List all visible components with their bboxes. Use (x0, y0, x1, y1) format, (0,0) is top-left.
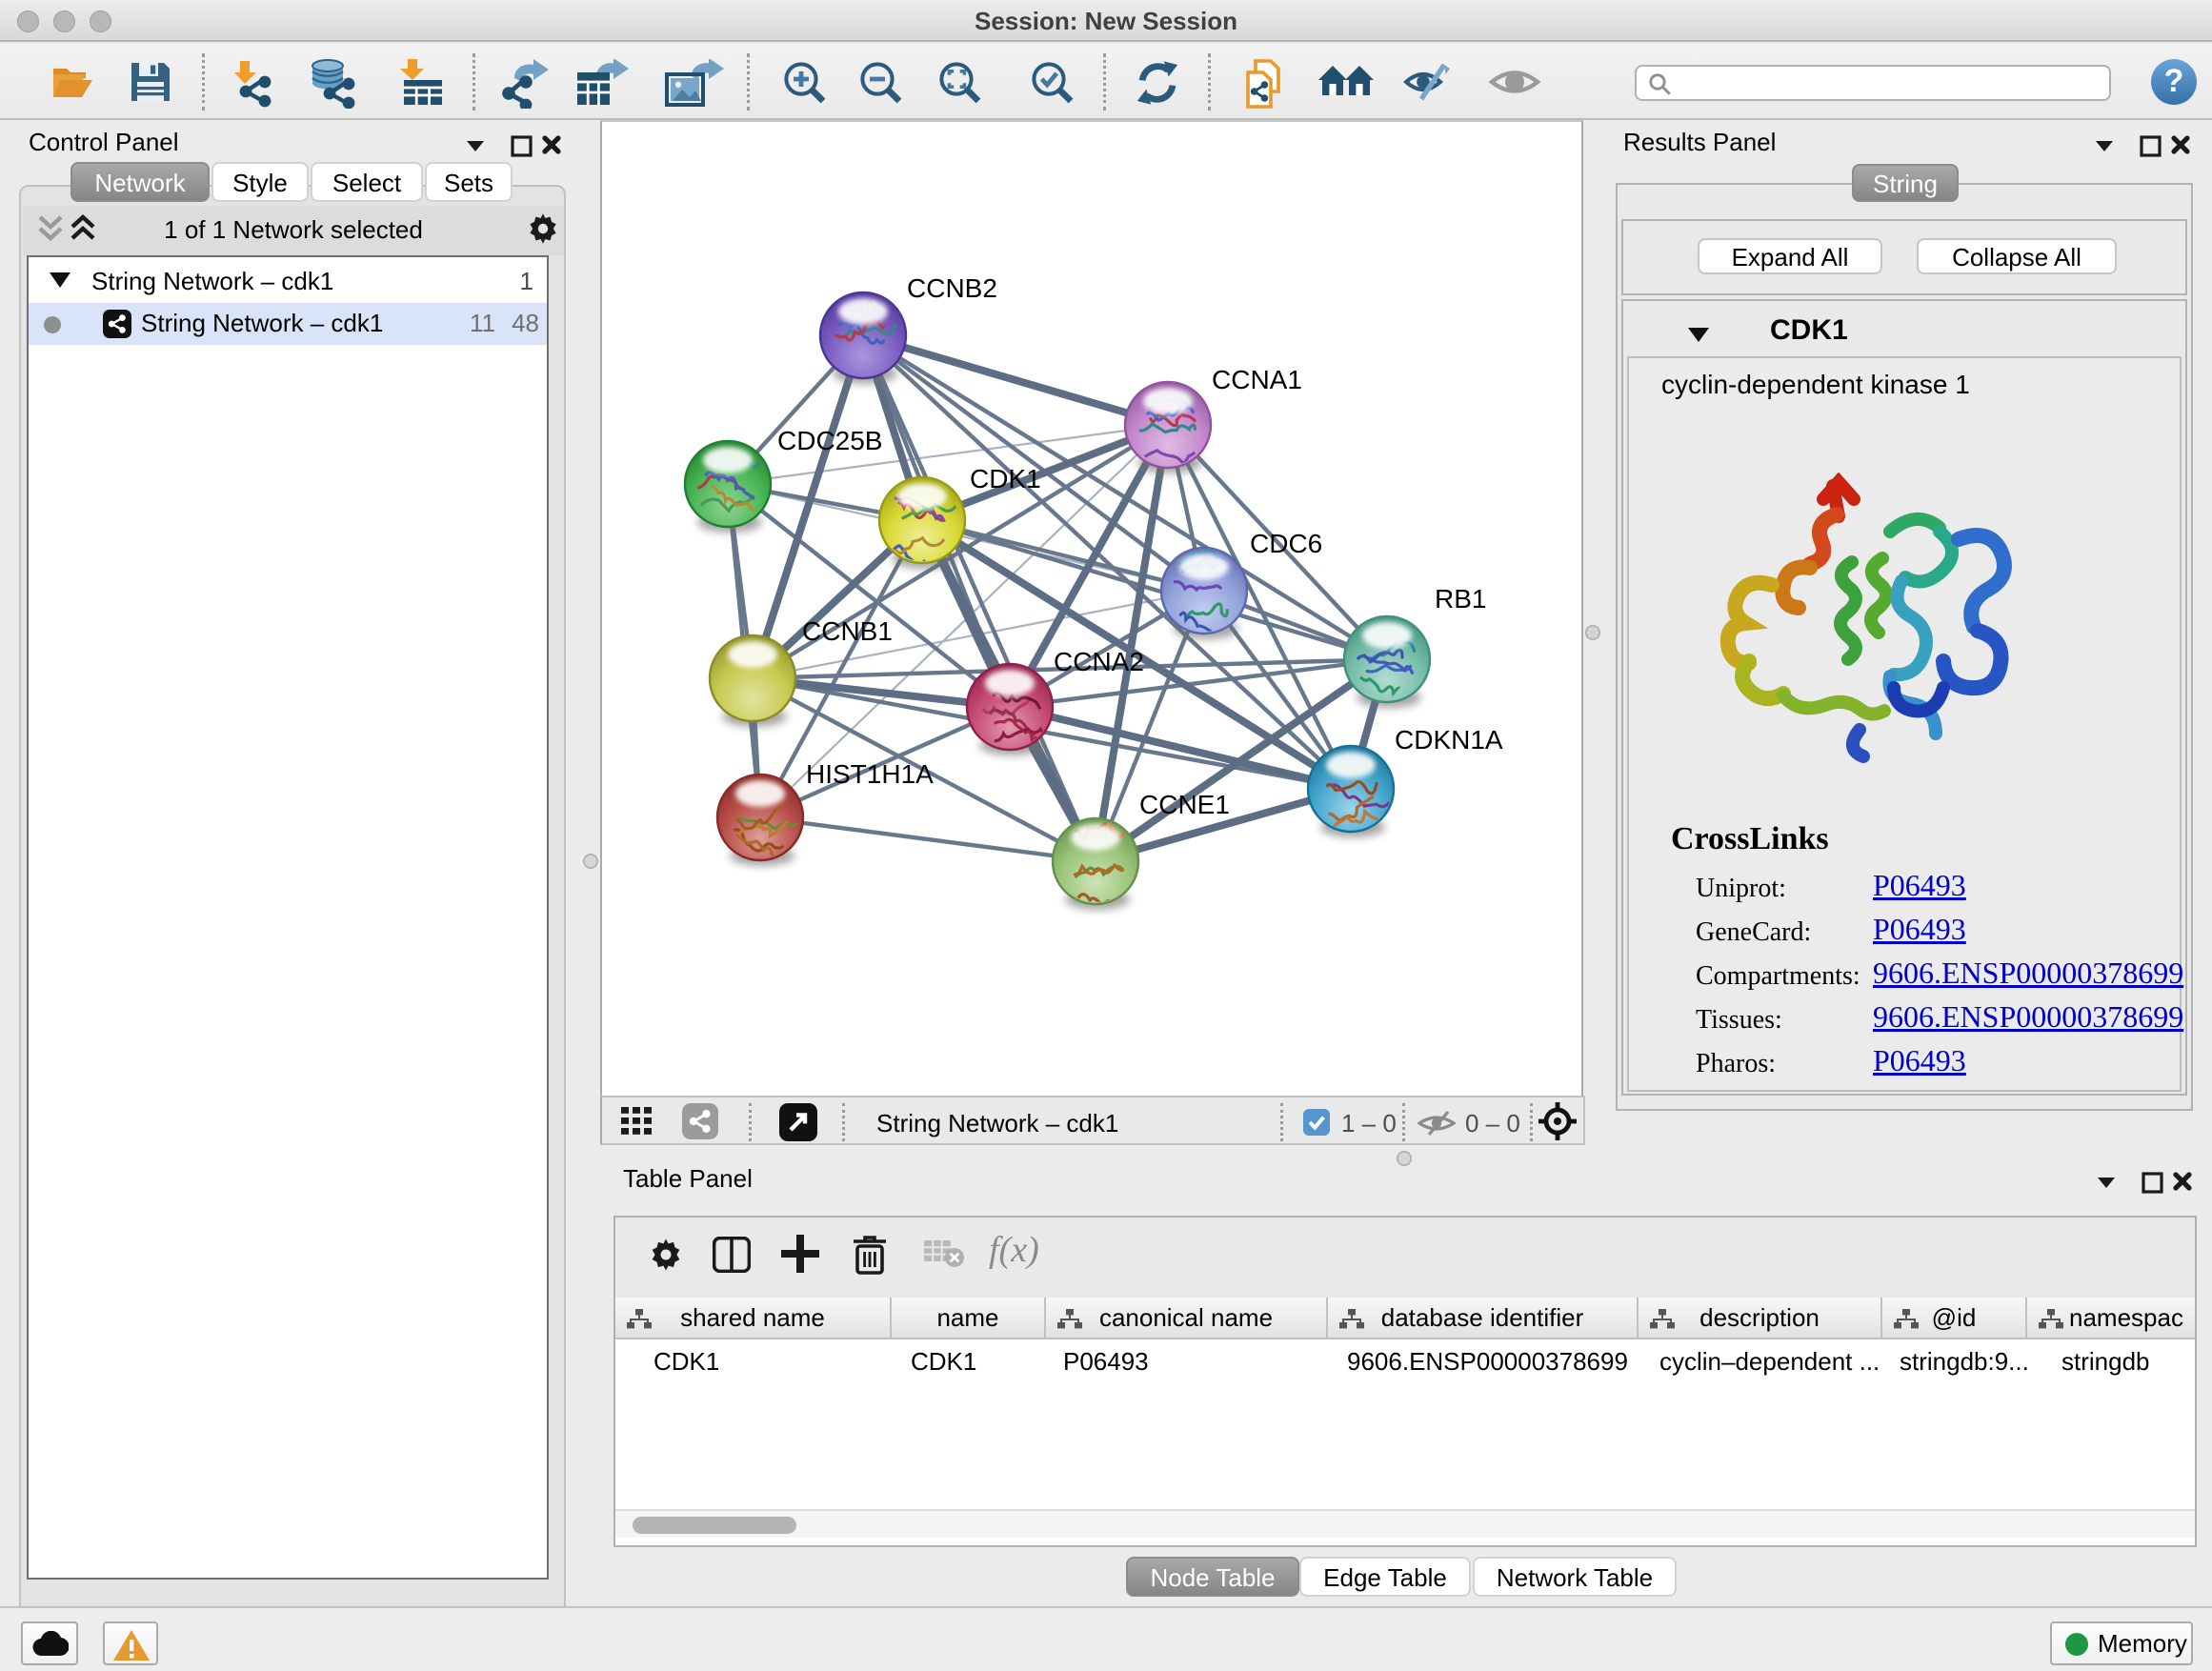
svg-text:CDK1: CDK1 (970, 464, 1041, 493)
svg-text:CCNA2: CCNA2 (1054, 647, 1144, 676)
svg-text:CDKN1A: CDKN1A (1395, 725, 1503, 755)
svg-text:CCNA1: CCNA1 (1212, 365, 1302, 394)
svg-text:RB1: RB1 (1435, 584, 1486, 614)
svg-text:CCNB2: CCNB2 (907, 273, 997, 303)
svg-text:CCNE1: CCNE1 (1139, 790, 1230, 819)
svg-text:CDC25B: CDC25B (777, 426, 882, 455)
svg-text:HIST1H1A: HIST1H1A (806, 759, 934, 789)
svg-text:CDC6: CDC6 (1250, 529, 1322, 558)
svg-text:CCNB1: CCNB1 (802, 616, 893, 646)
